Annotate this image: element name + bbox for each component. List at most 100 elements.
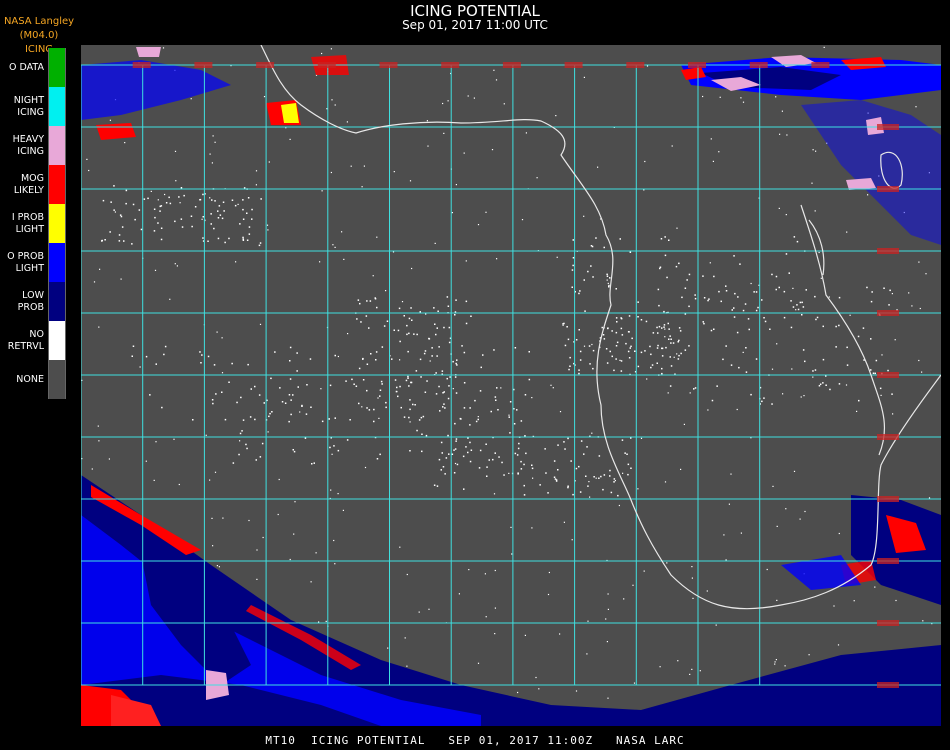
no-retrieval-speck [431,347,433,349]
no-retrieval-speck [242,199,244,201]
no-retrieval-speck [333,445,335,447]
no-retrieval-speck [679,330,682,332]
no-retrieval-speck [559,411,562,413]
no-retrieval-speck [475,420,478,423]
no-retrieval-speck [121,226,124,228]
no-retrieval-speck [342,509,344,511]
no-retrieval-speck [98,326,100,328]
no-retrieval-speck [408,332,410,335]
no-retrieval-speck [603,338,606,340]
longitude-label-mark [256,62,275,68]
no-retrieval-speck [162,47,165,49]
no-retrieval-speck [812,376,814,378]
longitude-label-mark [811,62,830,68]
no-retrieval-speck [91,468,93,470]
no-retrieval-speck [812,370,814,372]
no-retrieval-speck [725,290,728,292]
no-retrieval-speck [102,199,105,202]
no-retrieval-speck [132,203,135,206]
no-retrieval-speck [221,372,224,374]
no-retrieval-speck [496,387,498,389]
no-retrieval-speck [393,171,395,173]
no-retrieval-speck [620,370,623,372]
no-retrieval-speck [421,433,423,435]
no-retrieval-speck [557,444,559,446]
no-retrieval-speck [288,420,290,423]
no-retrieval-speck [380,380,383,383]
no-retrieval-speck [570,460,572,462]
no-retrieval-speck [431,355,433,357]
no-retrieval-speck [360,321,362,323]
no-retrieval-speck [454,376,457,378]
no-retrieval-speck [742,351,744,353]
no-retrieval-speck [393,329,395,331]
no-retrieval-speck [210,223,212,225]
no-retrieval-speck [814,369,817,371]
no-retrieval-speck [463,488,465,490]
no-retrieval-speck [330,171,332,174]
no-retrieval-speck [692,597,694,599]
no-retrieval-speck [637,365,640,368]
no-retrieval-speck [811,182,813,184]
no-retrieval-speck [456,364,458,366]
no-retrieval-speck [547,593,550,596]
no-retrieval-speck [358,367,361,370]
no-retrieval-speck [411,267,413,270]
no-retrieval-speck [259,456,262,458]
no-retrieval-speck [592,367,594,370]
longitude-label-mark [626,62,645,68]
no-retrieval-speck [160,227,163,229]
no-retrieval-speck [251,218,253,220]
no-retrieval-speck [372,275,374,277]
no-retrieval-speck [154,269,157,271]
no-retrieval-speck [213,364,216,366]
no-retrieval-speck [745,347,747,349]
no-retrieval-speck [397,329,400,332]
no-retrieval-speck [337,355,339,358]
no-retrieval-speck [587,620,589,622]
no-retrieval-speck [357,299,360,301]
no-retrieval-speck [407,377,409,379]
no-retrieval-speck [293,450,296,453]
longitude-label-mark [317,62,336,68]
no-retrieval-speck [174,150,177,152]
icing-light-area [281,103,299,123]
no-retrieval-speck [857,335,860,338]
no-retrieval-speck [404,637,406,639]
no-retrieval-speck [108,458,110,460]
no-retrieval-speck [822,382,824,384]
no-retrieval-speck [419,311,421,313]
no-retrieval-speck [640,351,643,354]
no-retrieval-speck [242,218,245,220]
no-retrieval-speck [658,304,660,307]
no-retrieval-speck [503,474,505,476]
no-retrieval-speck [755,291,758,293]
no-retrieval-speck [708,298,710,300]
no-retrieval-speck [597,166,599,168]
legend-item: NIGHT ICING [0,87,66,126]
no-retrieval-speck [683,423,685,425]
latitude-label-mark [877,310,899,316]
no-retrieval-speck [589,496,591,498]
no-retrieval-speck [478,467,481,469]
no-retrieval-speck [379,453,381,456]
no-retrieval-speck [875,359,878,362]
no-retrieval-speck [255,184,257,186]
no-retrieval-speck [368,409,371,411]
lake-outline [808,219,825,276]
no-retrieval-speck [508,472,510,474]
no-retrieval-speck [609,469,611,472]
no-retrieval-speck [463,382,466,384]
no-retrieval-speck [370,353,372,355]
no-retrieval-speck [465,322,468,325]
no-retrieval-speck [650,366,652,369]
no-retrieval-speck [479,449,482,452]
no-retrieval-speck [774,663,776,665]
no-retrieval-speck [772,485,774,487]
no-retrieval-speck [803,395,805,397]
no-retrieval-speck [652,332,655,334]
no-retrieval-speck [330,489,332,491]
no-retrieval-speck [620,360,623,362]
no-retrieval-speck [456,463,459,466]
no-retrieval-speck [578,292,580,295]
